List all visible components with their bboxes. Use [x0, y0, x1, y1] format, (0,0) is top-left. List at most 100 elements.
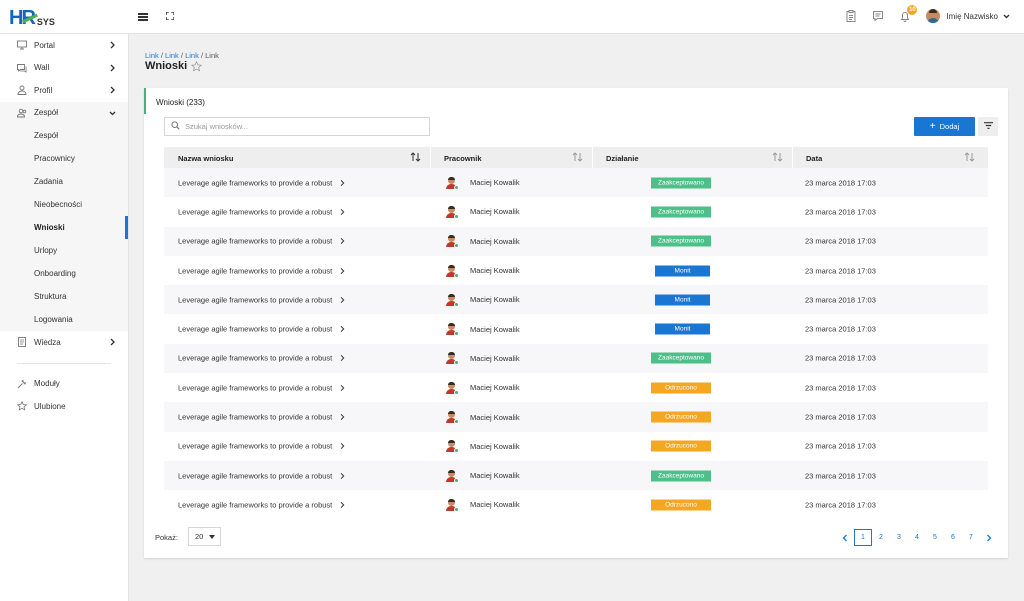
chevron-right-icon: [340, 472, 345, 479]
bell-icon[interactable]: 10: [898, 5, 918, 23]
table-row[interactable]: Leverage agile frameworks to provide a r…: [164, 432, 988, 461]
page-3[interactable]: 3: [890, 529, 908, 546]
sidebar-subitem-zespol[interactable]: Zespół: [0, 124, 128, 147]
add-button[interactable]: + Dodaj: [914, 117, 975, 136]
page-7[interactable]: 7: [962, 529, 980, 546]
request-name-cell[interactable]: Leverage agile frameworks to provide a r…: [178, 471, 345, 480]
sidebar-subitem-nieobecnosci[interactable]: Nieobecności: [0, 193, 128, 216]
request-name-cell[interactable]: Leverage agile frameworks to provide a r…: [178, 237, 345, 246]
employee-cell[interactable]: Maciej Kowalik: [446, 176, 520, 190]
sidebar-item-wall[interactable]: Wall: [0, 57, 128, 80]
sidebar-item-portal[interactable]: Portal: [0, 34, 128, 57]
page-4[interactable]: 4: [908, 529, 926, 546]
page-2[interactable]: 2: [872, 529, 890, 546]
sidebar-item-zespol[interactable]: Zespół: [0, 101, 128, 124]
star-icon: [17, 401, 27, 411]
avatar: [446, 440, 459, 454]
request-name-cell[interactable]: Leverage agile frameworks to provide a r…: [178, 354, 345, 363]
chevron-down-icon[interactable]: [1003, 13, 1010, 20]
employee-cell[interactable]: Maciej Kowalik: [446, 205, 520, 219]
page-6[interactable]: 6: [944, 529, 962, 546]
date-cell: 23 marca 2018 17:03: [805, 471, 876, 481]
header-date[interactable]: Data: [806, 154, 822, 163]
table-row[interactable]: Leverage agile frameworks to provide a r…: [164, 402, 988, 432]
table-row[interactable]: Leverage agile frameworks to provide a r…: [164, 343, 988, 374]
sort-icon[interactable]: [572, 152, 583, 162]
request-name-cell[interactable]: Leverage agile frameworks to provide a r…: [178, 266, 345, 275]
sidebar-subitem-wnioski[interactable]: Wnioski: [0, 216, 128, 239]
employee-name: Maciej Kowalik: [470, 266, 520, 276]
employee-cell[interactable]: Maciej Kowalik: [446, 235, 520, 249]
employee-cell[interactable]: Maciej Kowalik: [446, 469, 520, 483]
favorite-star-icon[interactable]: [191, 60, 203, 72]
sort-icon[interactable]: [964, 152, 975, 162]
sidebar-item-wiedza[interactable]: Wiedza: [0, 331, 128, 354]
user-name[interactable]: Imię Nazwisko: [946, 12, 998, 21]
sidebar-subitem-struktura[interactable]: Struktura: [0, 285, 128, 308]
filter-button[interactable]: [978, 117, 998, 136]
search-input[interactable]: [185, 122, 415, 131]
sidebar-item-moduly[interactable]: Moduły: [0, 373, 128, 396]
request-name-cell[interactable]: Leverage agile frameworks to provide a r…: [178, 295, 345, 304]
sidebar-subitem-urlopy[interactable]: Urlopy: [0, 239, 128, 262]
table-row[interactable]: Leverage agile frameworks to provide a r…: [164, 256, 988, 285]
chevron-right-icon: [109, 338, 116, 346]
table-row[interactable]: Leverage agile frameworks to provide a r…: [164, 226, 988, 256]
table-row[interactable]: Leverage agile frameworks to provide a r…: [164, 285, 988, 315]
employee-name: Maciej Kowalik: [470, 207, 520, 217]
wrench-icon: [17, 379, 27, 389]
sidebar-subitem-logowania[interactable]: Logowania: [0, 308, 128, 331]
table-row[interactable]: Leverage agile frameworks to provide a r…: [164, 460, 988, 491]
employee-cell[interactable]: Maciej Kowalik: [446, 498, 520, 512]
employee-cell[interactable]: Maciej Kowalik: [446, 264, 520, 278]
clipboard-icon[interactable]: [844, 9, 858, 23]
sidebar-item-ulubione[interactable]: Ulubione: [0, 395, 128, 418]
user-menu[interactable]: [926, 9, 941, 23]
page-5[interactable]: 5: [926, 529, 944, 546]
sidebar-subitem-pracownicy[interactable]: Pracownicy: [0, 147, 128, 170]
employee-cell[interactable]: Maciej Kowalik: [446, 293, 520, 307]
employee-cell[interactable]: Maciej Kowalik: [446, 381, 520, 395]
employee-cell[interactable]: Maciej Kowalik: [446, 440, 520, 454]
search-box[interactable]: [164, 117, 430, 136]
table-row[interactable]: Leverage agile frameworks to provide a r…: [164, 197, 988, 226]
table-row[interactable]: Leverage agile frameworks to provide a r…: [164, 314, 988, 343]
chat-icon[interactable]: [871, 9, 885, 23]
app-logo[interactable]: HR SYS: [9, 8, 55, 28]
breadcrumb-link[interactable]: Link: [145, 51, 159, 60]
request-name-cell[interactable]: Leverage agile frameworks to provide a r…: [178, 383, 345, 392]
breadcrumb-link[interactable]: Link: [185, 51, 199, 60]
sort-icon[interactable]: [410, 152, 421, 162]
employee-cell[interactable]: Maciej Kowalik: [446, 323, 520, 337]
menu-icon[interactable]: [138, 13, 148, 21]
employee-cell[interactable]: Maciej Kowalik: [446, 352, 520, 366]
table-row[interactable]: Leverage agile frameworks to provide a r…: [164, 168, 988, 198]
sort-icon[interactable]: [772, 152, 783, 162]
header-employee[interactable]: Pracownik: [444, 154, 482, 163]
chevron-right-icon[interactable]: [980, 529, 998, 546]
request-name-cell[interactable]: Leverage agile frameworks to provide a r…: [178, 207, 345, 216]
sidebar-item-profil[interactable]: Profil: [0, 79, 128, 102]
avatar: [446, 498, 459, 512]
request-name-cell[interactable]: Leverage agile frameworks to provide a r…: [178, 178, 345, 187]
breadcrumb-link[interactable]: Link: [165, 51, 179, 60]
date-cell: 23 marca 2018 17:03: [805, 295, 876, 305]
sidebar-subitem-zadania[interactable]: Zadania: [0, 170, 128, 193]
sidebar-subitem-onboarding[interactable]: Onboarding: [0, 262, 128, 285]
request-name-cell[interactable]: Leverage agile frameworks to provide a r…: [178, 413, 345, 422]
table-row[interactable]: Leverage agile frameworks to provide a r…: [164, 373, 988, 402]
table-row[interactable]: Leverage agile frameworks to provide a r…: [164, 490, 988, 519]
status-badge: Monit: [655, 265, 710, 277]
request-name-cell[interactable]: Leverage agile frameworks to provide a r…: [178, 442, 345, 451]
fullscreen-icon[interactable]: [166, 12, 174, 20]
request-name-cell[interactable]: Leverage agile frameworks to provide a r…: [178, 500, 345, 509]
employee-cell[interactable]: Maciej Kowalik: [446, 411, 520, 425]
request-name-cell[interactable]: Leverage agile frameworks to provide a r…: [178, 325, 345, 334]
header-action[interactable]: Działanie: [606, 154, 639, 163]
page-1[interactable]: 1: [854, 529, 872, 546]
status-badge: Zaakceptowano: [651, 206, 711, 218]
page-size-select[interactable]: 20: [188, 527, 221, 546]
header-name[interactable]: Nazwa wniosku: [178, 154, 233, 163]
avatar: [446, 381, 459, 395]
chevron-left-icon[interactable]: [836, 529, 854, 546]
